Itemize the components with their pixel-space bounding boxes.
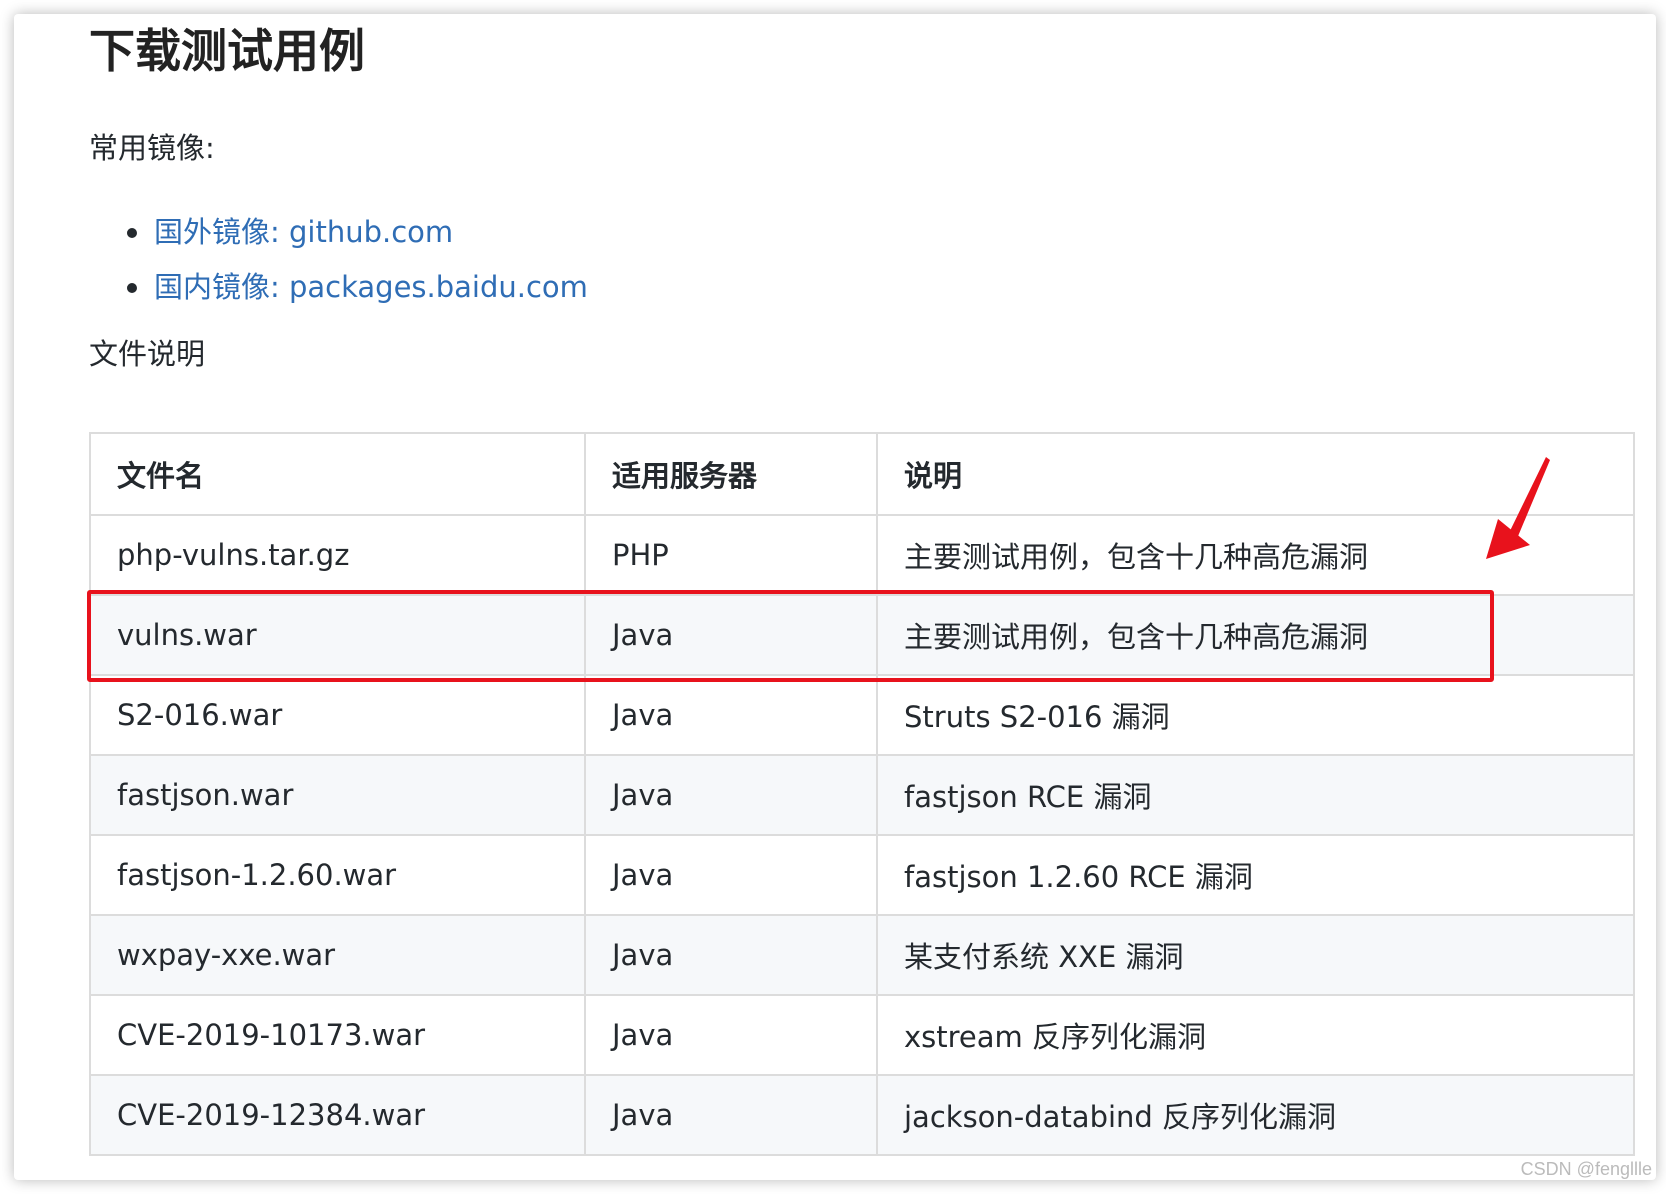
cell-filename: wxpay-xxe.war	[89, 914, 586, 996]
mirror-link-github[interactable]: 国外镜像: github.com	[154, 215, 453, 249]
cell-description: xstream 反序列化漏洞	[876, 994, 1635, 1076]
table-row: CVE-2019-10173.war Java xstream 反序列化漏洞	[89, 994, 1635, 1076]
bullet-icon	[127, 283, 137, 293]
table-row: fastjson-1.2.60.war Java fastjson 1.2.60…	[89, 834, 1635, 916]
cell-filename: fastjson.war	[89, 754, 586, 836]
cell-server: Java	[584, 914, 878, 996]
mirror-list: 国外镜像: github.com 国内镜像: packages.baidu.co…	[89, 212, 588, 322]
page-title: 下载测试用例	[89, 24, 365, 78]
files-table: 文件名 适用服务器 说明 php-vulns.tar.gz PHP 主要测试用例…	[89, 432, 1635, 1156]
list-item: 国内镜像: packages.baidu.com	[89, 267, 588, 322]
table-row: fastjson.war Java fastjson RCE 漏洞	[89, 754, 1635, 836]
mirror-link-baidu[interactable]: 国内镜像: packages.baidu.com	[154, 270, 588, 304]
files-label: 文件说明	[89, 337, 206, 371]
cell-server: Java	[584, 674, 878, 756]
cell-description: jackson-databind 反序列化漏洞	[876, 1074, 1635, 1156]
table-row: wxpay-xxe.war Java 某支付系统 XXE 漏洞	[89, 914, 1635, 996]
watermark: CSDN @fengllle	[1520, 1159, 1652, 1179]
cell-server: PHP	[584, 514, 878, 596]
table-header-row: 文件名 适用服务器 说明	[89, 432, 1635, 516]
cell-filename: fastjson-1.2.60.war	[89, 834, 586, 916]
cell-description: 某支付系统 XXE 漏洞	[876, 914, 1635, 996]
cell-server: Java	[584, 1074, 878, 1156]
cell-filename: S2-016.war	[89, 674, 586, 756]
cell-server: Java	[584, 594, 878, 676]
bullet-icon	[127, 228, 137, 238]
cell-server: Java	[584, 754, 878, 836]
header-server: 适用服务器	[584, 432, 878, 516]
mirrors-label: 常用镜像:	[89, 131, 215, 165]
table-row: S2-016.war Java Struts S2-016 漏洞	[89, 674, 1635, 756]
cell-description: fastjson 1.2.60 RCE 漏洞	[876, 834, 1635, 916]
table-row: CVE-2019-12384.war Java jackson-databind…	[89, 1074, 1635, 1156]
cell-filename: CVE-2019-12384.war	[89, 1074, 586, 1156]
cell-description: 主要测试用例，包含十几种高危漏洞	[876, 514, 1635, 596]
cell-description: 主要测试用例，包含十几种高危漏洞	[876, 594, 1635, 676]
cell-filename: php-vulns.tar.gz	[89, 514, 586, 596]
header-filename: 文件名	[89, 432, 586, 516]
table-row: php-vulns.tar.gz PHP 主要测试用例，包含十几种高危漏洞	[89, 514, 1635, 596]
cell-server: Java	[584, 994, 878, 1076]
table-row: vulns.war Java 主要测试用例，包含十几种高危漏洞	[89, 594, 1635, 676]
cell-filename: vulns.war	[89, 594, 586, 676]
cell-server: Java	[584, 834, 878, 916]
cell-description: Struts S2-016 漏洞	[876, 674, 1635, 756]
list-item: 国外镜像: github.com	[89, 212, 588, 267]
cell-description: fastjson RCE 漏洞	[876, 754, 1635, 836]
cell-filename: CVE-2019-10173.war	[89, 994, 586, 1076]
header-description: 说明	[876, 432, 1635, 516]
